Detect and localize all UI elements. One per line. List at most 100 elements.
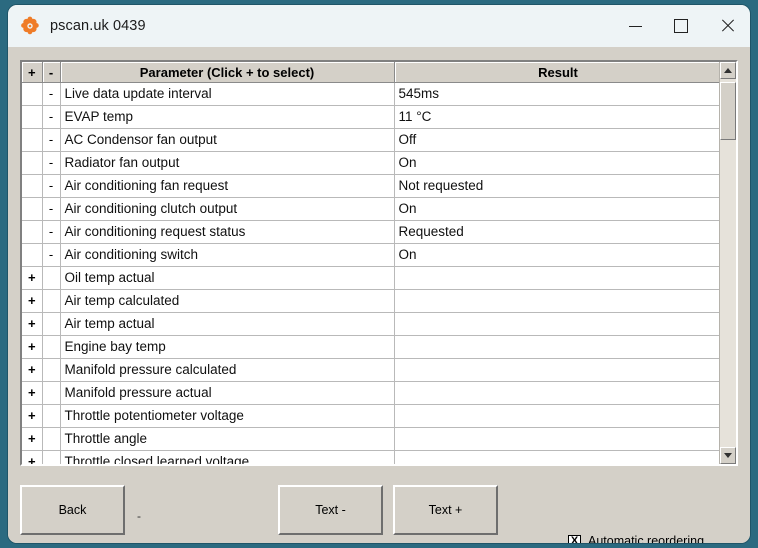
row-expand-cell[interactable] (22, 128, 43, 152)
row-collapse-cell[interactable] (42, 289, 61, 313)
row-collapse-cell[interactable] (42, 335, 61, 359)
row-parameter-cell: Manifold pressure actual (60, 381, 395, 405)
table-row[interactable]: + Oil temp actual (22, 266, 723, 290)
row-parameter-cell: Live data update interval (60, 82, 395, 106)
table-row[interactable]: + Manifold pressure calculated (22, 358, 723, 382)
row-collapse-cell[interactable]: - (42, 220, 61, 244)
table-row[interactable]: - Radiator fan output On (22, 151, 723, 175)
window-controls (612, 5, 750, 47)
checkbox-mark-icon: X (568, 534, 581, 543)
row-collapse-cell[interactable] (42, 450, 61, 464)
row-collapse-cell[interactable] (42, 427, 61, 451)
table-row[interactable]: + Manifold pressure actual (22, 381, 723, 405)
table-row[interactable]: + Air temp calculated (22, 289, 723, 313)
application-window: pscan.uk 0439 + - Parameter (Click + to … (8, 5, 750, 543)
automatic-reordering-label: Automatic reordering (588, 534, 705, 543)
minimize-icon (628, 25, 642, 27)
row-collapse-cell[interactable]: - (42, 105, 61, 129)
row-collapse-cell[interactable]: - (42, 128, 61, 152)
table-row[interactable]: + Throttle potentiometer voltage (22, 404, 723, 428)
row-parameter-cell: Air conditioning switch (60, 243, 395, 267)
row-parameter-cell: Air temp calculated (60, 289, 395, 313)
app-logo-icon (20, 16, 40, 36)
row-collapse-cell[interactable]: - (42, 82, 61, 106)
table-row[interactable]: + Air temp actual (22, 312, 723, 336)
row-collapse-cell[interactable] (42, 266, 61, 290)
row-collapse-cell[interactable]: - (42, 174, 61, 198)
row-expand-cell[interactable] (22, 82, 43, 106)
screen: pscan.uk 0439 + - Parameter (Click + to … (0, 0, 758, 548)
row-result-cell: On (394, 243, 723, 267)
row-result-cell (394, 289, 723, 313)
row-expand-cell[interactable] (22, 105, 43, 129)
row-result-cell (394, 381, 723, 405)
row-collapse-cell[interactable]: - (42, 243, 61, 267)
row-parameter-cell: Air temp actual (60, 312, 395, 336)
row-result-cell (394, 312, 723, 336)
scrollbar-thumb[interactable] (720, 82, 736, 140)
back-button[interactable]: Back (20, 485, 125, 535)
column-header-plus[interactable]: + (22, 62, 43, 83)
row-expand-cell[interactable] (22, 197, 43, 221)
column-header-parameter[interactable]: Parameter (Click + to select) (60, 62, 395, 83)
table-row[interactable]: - Air conditioning fan request Not request… (22, 174, 723, 198)
row-collapse-cell[interactable] (42, 404, 61, 428)
row-expand-cell[interactable]: + (22, 266, 43, 290)
table-row[interactable]: - Air conditioning clutch output On (22, 197, 723, 221)
row-result-cell: Not requested (394, 174, 723, 198)
row-expand-cell[interactable]: + (22, 404, 43, 428)
row-collapse-cell[interactable] (42, 381, 61, 405)
automatic-reordering-checkbox[interactable]: X Automatic reordering (568, 534, 704, 543)
column-header-result[interactable]: Result (394, 62, 723, 83)
parameter-table: + - Parameter (Click + to select) Result… (22, 62, 723, 464)
row-result-cell: Off (394, 128, 723, 152)
window-title: pscan.uk 0439 (50, 18, 146, 34)
row-expand-cell[interactable]: + (22, 312, 43, 336)
close-icon (720, 19, 734, 33)
row-parameter-cell: Radiator fan output (60, 151, 395, 175)
table-row[interactable]: + Throttle closed learned voltage (22, 450, 723, 464)
row-result-cell (394, 404, 723, 428)
text-increase-button[interactable]: Text + (393, 485, 498, 535)
row-expand-cell[interactable] (22, 151, 43, 175)
table-row[interactable]: - EVAP temp 11 °C (22, 105, 723, 129)
row-parameter-cell: Air conditioning request status (60, 220, 395, 244)
text-decrease-button[interactable]: Text - (278, 485, 383, 535)
row-result-cell: Requested (394, 220, 723, 244)
table-row[interactable]: + Engine bay temp (22, 335, 723, 359)
table-row[interactable]: - Air conditioning request status Requeste… (22, 220, 723, 244)
vertical-scrollbar[interactable] (719, 62, 736, 464)
row-expand-cell[interactable]: + (22, 358, 43, 382)
maximize-icon (674, 19, 688, 33)
close-button[interactable] (704, 5, 750, 47)
maximize-button[interactable] (658, 5, 704, 47)
column-header-minus[interactable]: - (42, 62, 61, 83)
table-row[interactable]: + Throttle angle (22, 427, 723, 451)
table-row[interactable]: - Air conditioning switch On (22, 243, 723, 267)
row-expand-cell[interactable] (22, 174, 43, 198)
row-expand-cell[interactable]: + (22, 450, 43, 464)
row-collapse-cell[interactable]: - (42, 197, 61, 221)
row-parameter-cell: Throttle angle (60, 427, 395, 451)
row-parameter-cell: AC Condensor fan output (60, 128, 395, 152)
row-expand-cell[interactable]: + (22, 427, 43, 451)
row-collapse-cell[interactable] (42, 358, 61, 382)
row-result-cell: On (394, 197, 723, 221)
scroll-up-button[interactable] (720, 62, 736, 79)
scroll-up-arrow-icon (724, 68, 732, 73)
row-result-cell (394, 427, 723, 451)
row-parameter-cell: Engine bay temp (60, 335, 395, 359)
row-result-cell (394, 266, 723, 290)
row-expand-cell[interactable]: + (22, 335, 43, 359)
minimize-button[interactable] (612, 5, 658, 47)
row-collapse-cell[interactable]: - (42, 151, 61, 175)
row-parameter-cell: Air conditioning fan request (60, 174, 395, 198)
scroll-down-button[interactable] (720, 447, 736, 464)
table-row[interactable]: - Live data update interval 545ms (22, 82, 723, 106)
row-expand-cell[interactable] (22, 243, 43, 267)
table-row[interactable]: - AC Condensor fan output Off (22, 128, 723, 152)
row-expand-cell[interactable] (22, 220, 43, 244)
row-expand-cell[interactable]: + (22, 289, 43, 313)
row-collapse-cell[interactable] (42, 312, 61, 336)
row-expand-cell[interactable]: + (22, 381, 43, 405)
